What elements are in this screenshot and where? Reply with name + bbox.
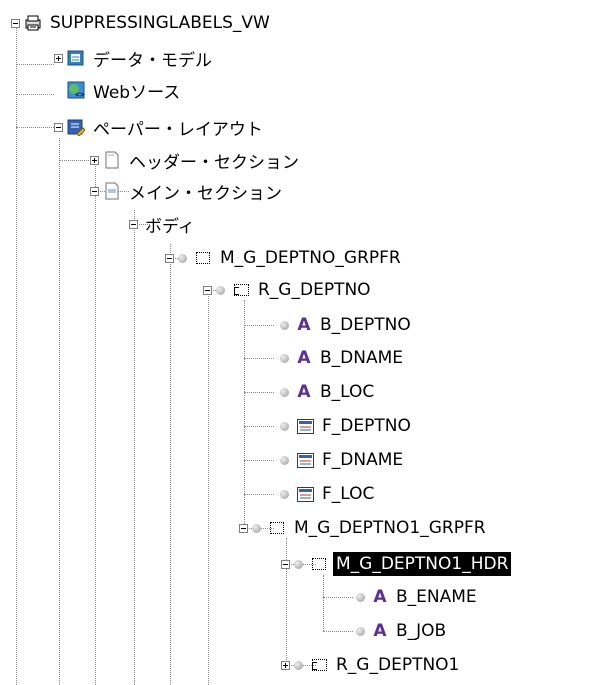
bullet-icon xyxy=(280,387,289,397)
page-icon xyxy=(103,182,121,200)
tree-node-label: ペーパー・レイアウト xyxy=(93,119,263,140)
tree-node-f-dname[interactable]: F_DNAME xyxy=(280,445,403,475)
collapse-toggle[interactable] xyxy=(129,219,138,229)
field-icon xyxy=(296,451,314,469)
tree-node-m-g-deptno-grpfr[interactable]: M_G_DEPTNO_GRPFR xyxy=(165,243,401,273)
tree-node-m-g-deptno1-grpfr[interactable]: M_G_DEPTNO1_GRPFR xyxy=(239,513,486,543)
tree-node-b-dname[interactable]: A B_DNAME xyxy=(280,343,403,373)
tree-node-header-section[interactable]: ヘッダー・セクション xyxy=(90,145,299,175)
tree-node-label: B_LOC xyxy=(320,382,375,402)
tree-node-label: B_ENAME xyxy=(396,587,477,607)
text-icon: A xyxy=(373,621,387,641)
bullet-icon xyxy=(216,285,225,295)
svg-text:<>: <> xyxy=(75,90,85,99)
tree-node-b-ename[interactable]: A B_ENAME xyxy=(356,582,477,612)
tree-node-b-deptno[interactable]: A B_DEPTNO xyxy=(280,310,411,340)
text-icon: A xyxy=(297,382,311,402)
text-icon: A xyxy=(297,315,311,335)
tree-node-f-deptno[interactable]: F_DEPTNO xyxy=(280,411,411,441)
frame-icon xyxy=(268,519,286,537)
tree-node-label: R_G_DEPTNO xyxy=(258,280,371,300)
tree-node-r-g-deptno[interactable]: R_G_DEPTNO xyxy=(203,275,371,305)
tree-node-label: B_JOB xyxy=(396,621,447,641)
tree-node-label: ヘッダー・セクション xyxy=(129,152,299,173)
tree-node-m-g-deptno1-hdr[interactable]: M_G_DEPTNO1_HDR xyxy=(281,549,512,579)
expand-toggle[interactable] xyxy=(54,53,63,63)
collapse-toggle[interactable] xyxy=(11,18,20,28)
collapse-toggle[interactable] xyxy=(203,285,212,295)
bullet-icon xyxy=(280,421,289,431)
bullet-icon xyxy=(280,489,289,499)
tree-node-label: R_G_DEPTNO1 xyxy=(336,655,460,675)
text-icon: A xyxy=(373,587,387,607)
tree-node-label: M_G_DEPTNO1_GRPFR xyxy=(294,518,486,538)
tree-node-label-selected: M_G_DEPTNO1_HDR xyxy=(333,552,512,576)
tree-node-label: B_DEPTNO xyxy=(320,315,411,335)
bullet-icon xyxy=(280,455,289,465)
bullet-icon xyxy=(294,660,303,670)
repeating-frame-icon xyxy=(310,656,328,674)
tree-node-label: SUPPRESSINGLABELS_VW xyxy=(50,13,270,33)
paper-layout-icon xyxy=(67,118,85,136)
bullet-icon xyxy=(294,559,303,569)
collapse-toggle[interactable] xyxy=(54,122,63,132)
frame-icon xyxy=(310,555,328,573)
field-icon xyxy=(296,417,314,435)
data-model-icon xyxy=(67,49,85,67)
tree-node-label: メイン・セクション xyxy=(129,183,282,204)
web-source-icon: <> xyxy=(67,81,85,99)
tree-node-f-loc[interactable]: F_LOC xyxy=(280,479,374,509)
tree-node-label: データ・モデル xyxy=(93,50,212,71)
frame-icon xyxy=(194,249,212,267)
bullet-icon xyxy=(178,253,187,263)
tree-node-paper-layout[interactable]: ペーパー・レイアウト xyxy=(54,112,263,142)
collapse-toggle[interactable] xyxy=(239,523,248,533)
tree-node-label: F_DEPTNO xyxy=(322,416,411,436)
report-icon xyxy=(24,14,42,32)
collapse-toggle[interactable] xyxy=(90,186,99,196)
expand-toggle[interactable] xyxy=(90,155,99,165)
tree-node-root[interactable]: SUPPRESSINGLABELS_VW xyxy=(11,8,270,38)
tree-node-body[interactable]: ボディ xyxy=(129,209,195,239)
tree-node-r-g-deptno1[interactable]: R_G_DEPTNO1 xyxy=(281,650,459,680)
expand-toggle[interactable] xyxy=(281,660,290,670)
field-icon xyxy=(296,485,314,503)
tree-node-label: B_DNAME xyxy=(320,348,404,368)
bullet-icon xyxy=(252,523,261,533)
bullet-icon xyxy=(356,626,365,636)
tree-node-label: F_DNAME xyxy=(322,450,404,470)
collapse-toggle[interactable] xyxy=(165,253,174,263)
tree-node-b-job[interactable]: A B_JOB xyxy=(356,616,446,646)
tree-node-label: ボディ xyxy=(145,216,195,237)
tree-node-b-loc[interactable]: A B_LOC xyxy=(280,377,374,407)
tree-node-data-model[interactable]: データ・モデル xyxy=(54,43,212,73)
bullet-icon xyxy=(280,353,289,363)
bullet-icon xyxy=(280,320,289,330)
text-icon: A xyxy=(297,348,311,368)
tree-node-label: Webソース xyxy=(93,82,181,103)
tree-node-label: M_G_DEPTNO_GRPFR xyxy=(220,248,401,268)
tree-node-main-section[interactable]: メイン・セクション xyxy=(90,176,282,206)
tree-node-label: F_LOC xyxy=(322,484,375,504)
page-icon xyxy=(103,151,121,169)
repeating-frame-icon xyxy=(232,281,250,299)
tree-node-web-source[interactable]: <> Webソース xyxy=(67,75,180,105)
collapse-toggle[interactable] xyxy=(281,559,290,569)
bullet-icon xyxy=(356,592,365,602)
